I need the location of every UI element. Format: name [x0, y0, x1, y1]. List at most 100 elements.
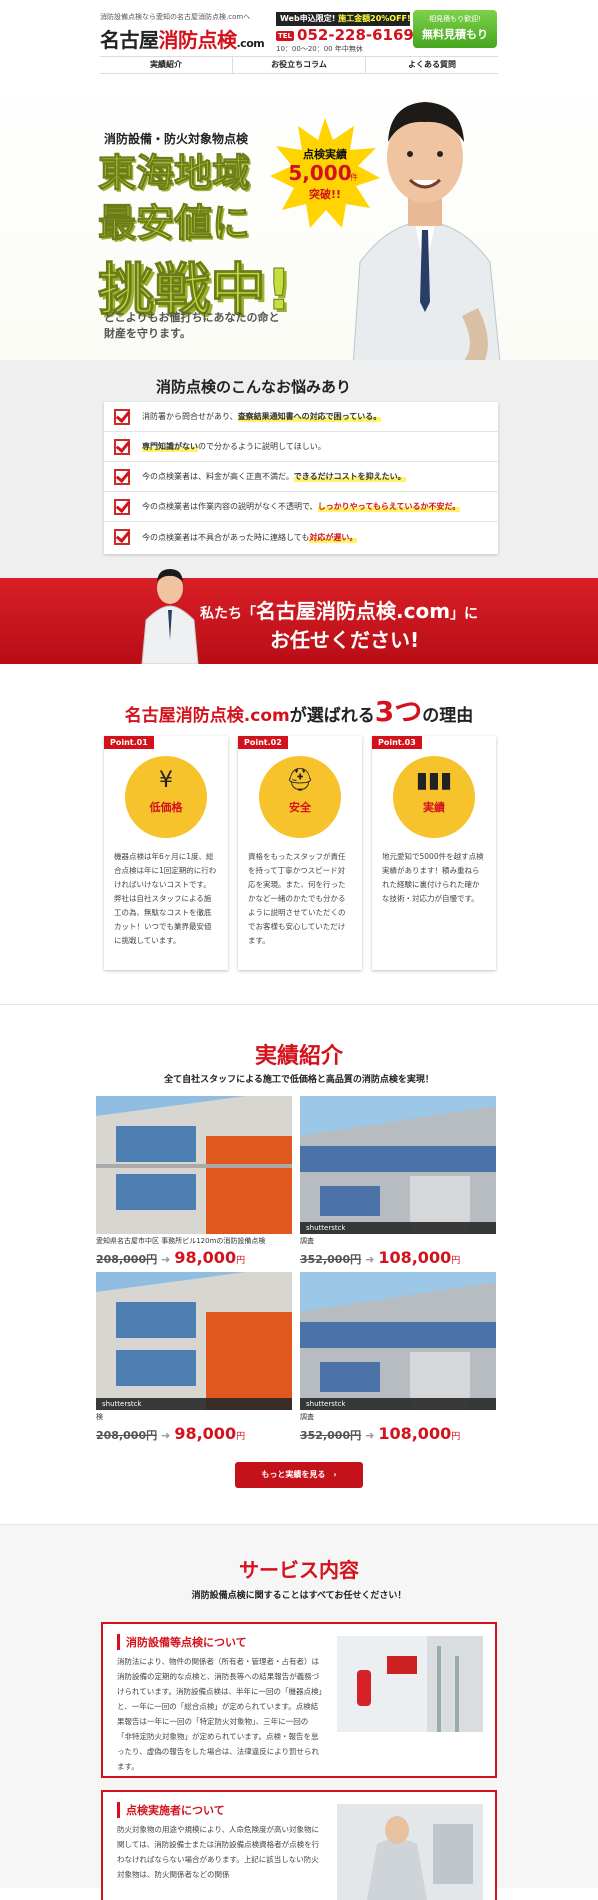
hero-desc-line-2: 財産を守ります。 [104, 327, 191, 340]
band-line-1: 私たち「名古屋消防点検.com」に [200, 598, 478, 627]
yen-unit: 円 [451, 1432, 461, 1442]
service-text: 防火対象物の用途や規模により、人命危険度が高い対象物に関しては、消防設備士または… [117, 1825, 320, 1879]
checkbox-icon [114, 498, 130, 515]
service-heading: 消防設備等点検について [117, 1634, 247, 1650]
worry-text-a: 消防署から問合せがあり、 [142, 412, 238, 421]
reason-card-record: Point.03 ▮▮▮ 実績 地元愛知で5000件を越す点検実績があります！積み… [372, 736, 496, 970]
old-price: 352,000円 [300, 1429, 362, 1442]
helmet-icon: ⛑ [286, 768, 314, 793]
web-banner-text-a: Web申込限定! [280, 14, 336, 23]
reason-card-price: Point.01 ¥ 低価格 機器点検は年6ヶ月に1度、総合点検は年に1回定期的に… [104, 736, 228, 970]
reason-text: 機器点検は年6ヶ月に1度、総合点検は年に1回定期的に行わければいけないコストです… [114, 852, 217, 945]
free-estimate-label: 無料見積もり [422, 28, 488, 41]
service-heading: 点検実施者について [117, 1802, 225, 1818]
burst-text-4: 突破!! [309, 187, 341, 201]
achievement-starburst: 点検実績 5,000 件 突破!! [270, 118, 380, 228]
arrow-icon: ➜ [365, 1253, 375, 1266]
work-item[interactable]: shutterstck 調査 352,000円 ➜ 108,000円 [300, 1096, 496, 1267]
work-caption: 愛知県名古屋市中区 事務所ビル120mの消防設備点検 [96, 1237, 266, 1245]
web-discount-banner: Web申込限定! 施工金額20%OFF! [276, 12, 411, 26]
band-prefix: 私たち「 [200, 606, 256, 622]
watermark-bar: shutterstck [96, 1398, 292, 1410]
work-caption: 検 [96, 1413, 103, 1421]
reason-card-safety: Point.02 ⛑ 安全 資格をもったスタッフが責任を持って丁寧かつスピード対応… [238, 736, 362, 970]
arrow-icon: ➜ [161, 1253, 171, 1266]
site-logo[interactable]: 名古屋消防点検.com [100, 24, 265, 53]
new-price: 108,000 [378, 1248, 452, 1267]
checkbox-icon [114, 438, 130, 455]
site-tagline: 消防設備点検なら愛知の名古屋消防点検.comへ [100, 13, 251, 21]
yen-unit: 円 [236, 1256, 246, 1266]
band-message: 私たち「名古屋消防点検.com」に お任せください! [200, 598, 478, 653]
free-estimate-button[interactable]: 相見積もり歓迎! 無料見積もり [413, 10, 497, 48]
work-caption: 調査 [300, 1237, 314, 1245]
reason-text: 地元愛知で5000件を越す点検実績があります！積み重ねられた経験に裏付けられた確… [382, 852, 484, 903]
worry-text-c: ので分かるように説明してほしい。 [198, 442, 326, 451]
yen-unit: 円 [236, 1432, 246, 1442]
works-subtitle: 全て自社スタッフによる施工で低価格と高品質の消防点検を実現！ [164, 1075, 434, 1085]
band-suffix: 」に [450, 606, 479, 622]
point-badge: Point.02 [238, 736, 288, 749]
reasons-title-mid: が選ばれる [289, 706, 375, 726]
worry-text-b: 対応が遅い。 [309, 531, 358, 543]
worry-text-b: しっかりやってもらえているか不安だ。 [317, 501, 461, 512]
old-price: 208,000円 [96, 1253, 158, 1266]
logo-part-3: .com [236, 37, 265, 50]
point-badge: Point.03 [372, 736, 422, 749]
work-item[interactable]: 愛知県名古屋市中区 事務所ビル120mの消防設備点検 208,000円 ➜ 98,0… [96, 1096, 292, 1267]
work-caption: 調査 [300, 1413, 314, 1421]
new-price: 108,000 [378, 1424, 452, 1443]
phone-icon: TEL [276, 30, 295, 41]
reason-label: 実績 [423, 801, 445, 814]
checkbox-icon [114, 529, 130, 545]
burst-text-2: 5,000 [288, 161, 351, 185]
nav-item-column[interactable]: お役立ちコラム [232, 57, 365, 73]
reason-text: 資格をもったスタッフが責任を持って丁寧かつスピード対応を実現。また、何を行ったか… [248, 852, 346, 945]
new-price: 98,000 [174, 1248, 237, 1267]
service-photo [337, 1636, 483, 1732]
services-title: サービス内容 [239, 1558, 359, 1582]
worry-text-a: 今の点検業者は、料金が高く正直不満だ。 [142, 472, 294, 481]
work-price: 352,000円 ➜ 108,000円 [300, 1248, 496, 1267]
reasons-title: 名古屋消防点検.comが選ばれる3つの理由 [0, 690, 598, 730]
worry-text-b: 査察結果通知書への対応で困っている。 [237, 411, 382, 422]
worry-text-b: できるだけコストを抑えたい。 [293, 471, 406, 482]
service-card-inspection: 消防設備等点検について 消防法により、物件の関係者（所有者・管理者・占有者）は消… [101, 1622, 497, 1778]
building-photo-gray [300, 1272, 496, 1410]
point-badge: Point.01 [104, 736, 154, 749]
work-photo: shutterstck [96, 1272, 292, 1410]
reasons-title-num: 3つ [374, 695, 423, 728]
work-photo: shutterstck [300, 1272, 496, 1410]
service-text: 消防法により、物件の関係者（所有者・管理者・占有者）は消防設備の定期的な点検と、… [117, 1657, 323, 1771]
arrow-icon: ➜ [365, 1429, 375, 1442]
hero-line-1: 東海地域 [97, 151, 251, 196]
reason-label: 低価格 [149, 801, 183, 814]
nav-item-works[interactable]: 実績紹介 [100, 57, 232, 73]
service-photo [337, 1804, 483, 1900]
section-divider [0, 1004, 598, 1005]
reasons-title-end: の理由 [422, 706, 474, 726]
phone-number[interactable]: TEL 052-228-6169 [276, 26, 414, 44]
reason-circle: ▮▮▮ 実績 [393, 756, 475, 838]
free-estimate-sub: 相見積もり歓迎! [429, 15, 481, 23]
service-card-inspector: 点検実施者について 防火対象物の用途や規模により、人命危険度が高い対象物に関して… [101, 1790, 497, 1900]
work-price: 208,000円 ➜ 98,000円 [96, 1248, 292, 1267]
reason-circle: ¥ 低価格 [125, 756, 207, 838]
worries-list: 消防署から問合せがあり、 査察結果通知書への対応で困っている。 専門知識がない ので… [104, 402, 498, 554]
worry-text-a: 今の点検業者は作業内容の説明がなく不透明で、 [142, 502, 318, 511]
fire-equipment-photo [337, 1636, 483, 1732]
phone-number-text: 052-228-6169 [297, 26, 414, 44]
yen-unit: 円 [451, 1256, 461, 1266]
yen-icon: ¥ [159, 768, 173, 793]
building-photo-gray [300, 1096, 496, 1234]
work-item[interactable]: shutterstck 検 208,000円 ➜ 98,000円 [96, 1272, 292, 1443]
work-item[interactable]: shutterstck 調査 352,000円 ➜ 108,000円 [300, 1272, 496, 1443]
watermark-bar: shutterstck [300, 1222, 496, 1234]
worry-item: 消防署から問合せがあり、 査察結果通知書への対応で困っている。 [104, 402, 498, 432]
burst-text-3: 件 [350, 172, 358, 182]
work-price: 352,000円 ➜ 108,000円 [300, 1424, 496, 1443]
more-works-button[interactable]: もっと実績を見る › [235, 1462, 363, 1488]
watermark-bar: shutterstck [300, 1398, 496, 1410]
logo-part-1: 名古屋 [100, 28, 159, 52]
nav-item-faq[interactable]: よくある質問 [365, 57, 498, 73]
